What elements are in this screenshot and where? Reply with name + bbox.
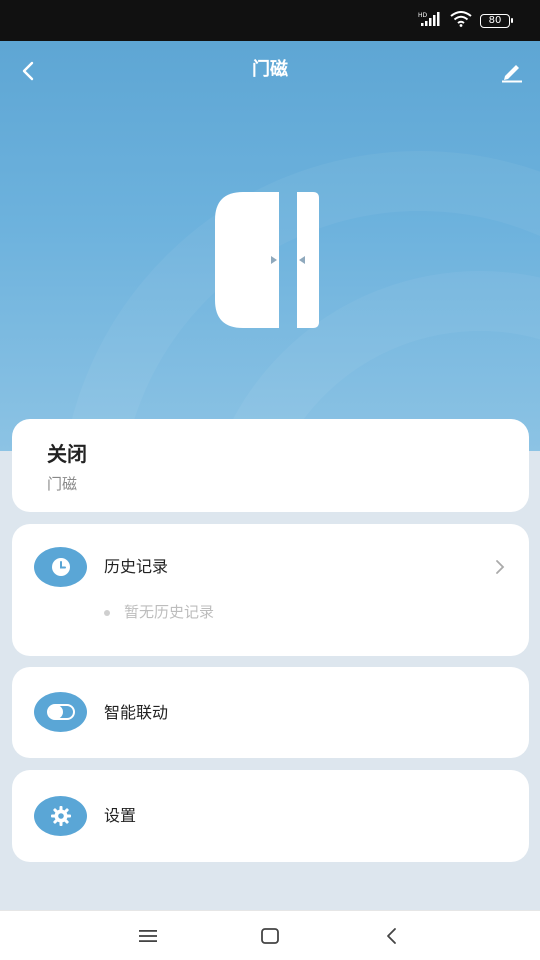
home-button[interactable] xyxy=(257,923,283,949)
history-label: 历史记录 xyxy=(104,557,169,576)
page-title: 门磁 xyxy=(252,59,288,80)
nav-back-button[interactable] xyxy=(379,923,405,949)
status-bar: HD 80 xyxy=(0,0,540,41)
device-status-card: 关闭 门磁 xyxy=(12,419,529,512)
nav-back-icon xyxy=(387,928,396,944)
device-hero: 门磁 xyxy=(0,41,540,451)
device-state: 关闭 xyxy=(47,442,87,466)
edit-pencil-icon xyxy=(502,65,522,83)
toggle-icon xyxy=(34,692,87,732)
settings-label: 设置 xyxy=(104,806,137,825)
battery-indicator: 80 xyxy=(480,14,513,28)
bullet-dot xyxy=(104,610,110,616)
history-card[interactable]: 历史记录 暂无历史记录 xyxy=(12,524,529,656)
edit-button[interactable] xyxy=(498,57,526,85)
back-button[interactable] xyxy=(14,57,42,85)
clock-icon xyxy=(34,547,87,587)
settings-card[interactable]: 设置 xyxy=(12,770,529,862)
network-type-label: HD xyxy=(418,12,428,19)
menu-icon xyxy=(139,930,157,942)
gear-icon xyxy=(34,796,87,836)
smart-linkage-label: 智能联动 xyxy=(104,703,169,722)
back-arrow-icon xyxy=(22,61,34,81)
chevron-right-icon xyxy=(493,557,507,577)
menu-button[interactable] xyxy=(135,923,161,949)
device-name: 门磁 xyxy=(47,475,78,493)
smart-linkage-card[interactable]: 智能联动 xyxy=(12,667,529,758)
home-icon xyxy=(261,928,279,944)
wifi-icon xyxy=(450,11,472,31)
status-icons: HD 80 xyxy=(418,11,513,31)
door-sensor-icon xyxy=(213,190,321,330)
system-nav-bar xyxy=(0,910,540,960)
signal-icon: HD xyxy=(418,11,442,31)
history-empty-text: 暂无历史记录 xyxy=(124,603,215,621)
